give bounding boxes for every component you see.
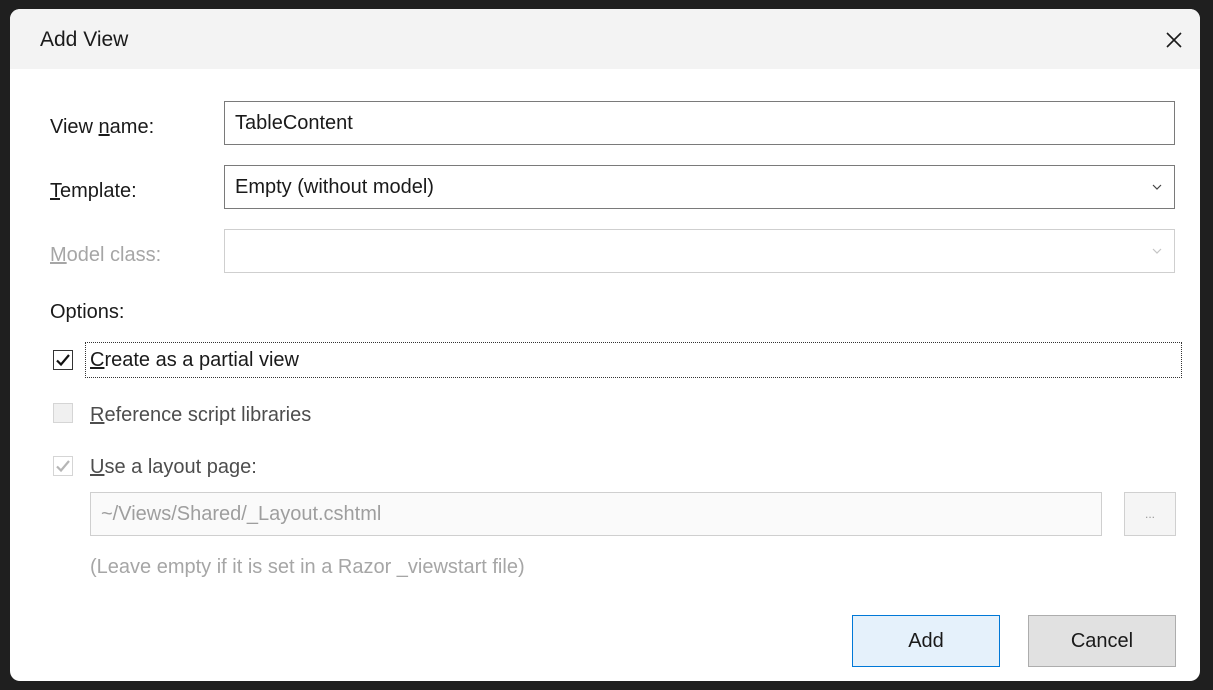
use-layout-checkbox[interactable] [53, 456, 73, 476]
checkmark-icon [56, 460, 70, 473]
reference-scripts-label[interactable]: Reference script libraries [90, 404, 311, 427]
cancel-button[interactable]: Cancel [1028, 615, 1176, 667]
view-name-input[interactable]: TableContent [224, 101, 1175, 145]
chevron-down-icon [1152, 248, 1162, 254]
close-button[interactable] [1155, 21, 1193, 59]
dialog-title: Add View [40, 28, 129, 51]
title-bar: Add View [10, 9, 1200, 69]
view-name-label: View name: [50, 116, 155, 138]
layout-path-input[interactable]: ~/Views/Shared/_Layout.cshtml [90, 492, 1102, 536]
use-layout-label[interactable]: Use a layout page: [90, 456, 257, 479]
options-label: Options: [50, 301, 125, 323]
template-select[interactable]: Empty (without model) [224, 165, 1175, 209]
model-class-select[interactable] [224, 229, 1175, 273]
close-icon [1166, 32, 1182, 48]
template-label: Template: [50, 180, 137, 202]
reference-scripts-checkbox[interactable] [53, 403, 73, 423]
partial-view-checkbox[interactable] [53, 350, 73, 370]
add-view-dialog: Add View View name: TableContent Templat… [10, 9, 1200, 681]
checkmark-icon [56, 354, 70, 367]
layout-hint-text: (Leave empty if it is set in a Razor _vi… [90, 556, 525, 578]
add-button[interactable]: Add [852, 615, 1000, 667]
model-class-label: Model class: [50, 244, 162, 266]
partial-view-label[interactable]: Create as a partial view [90, 349, 299, 372]
browse-layout-button[interactable]: ... [1124, 492, 1176, 536]
chevron-down-icon [1152, 184, 1162, 190]
